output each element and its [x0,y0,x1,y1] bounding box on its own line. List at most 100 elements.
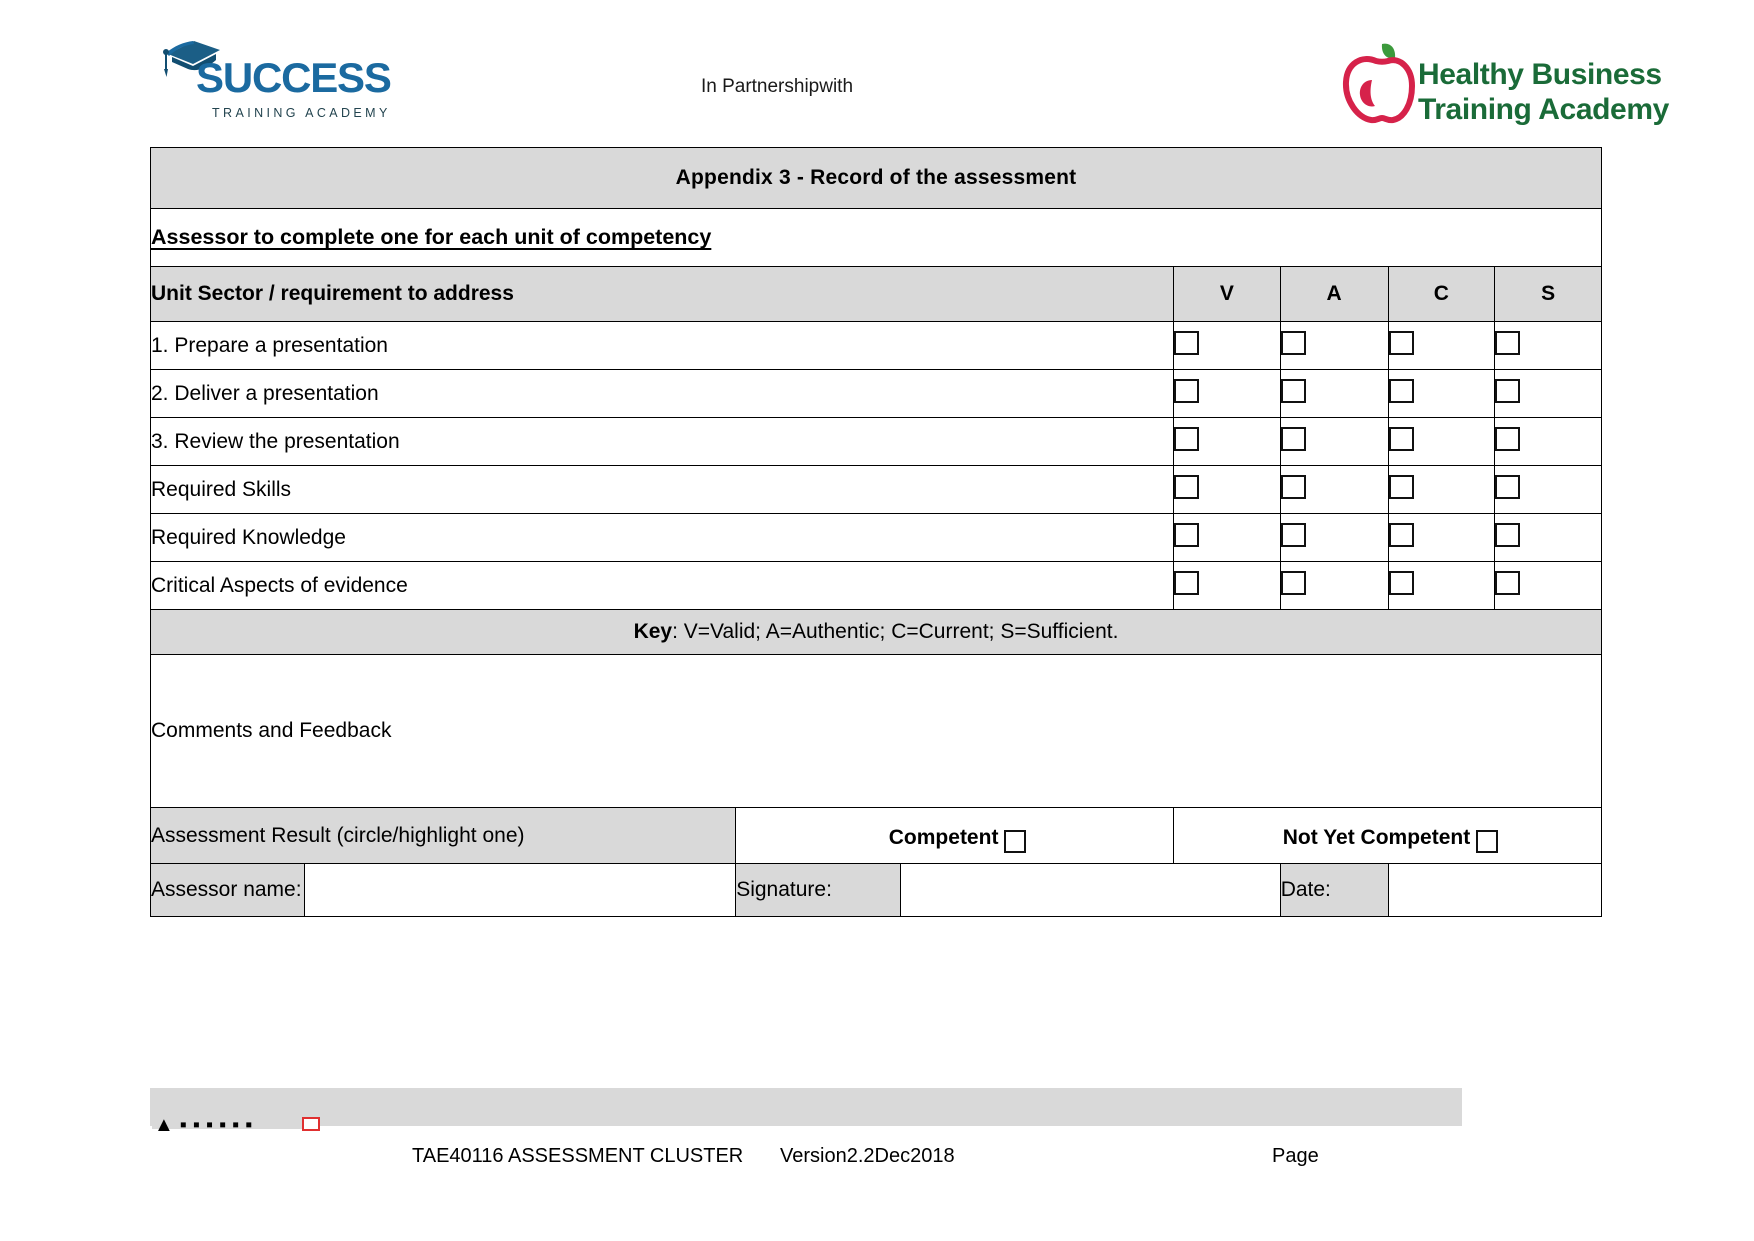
checkbox-c[interactable] [1388,330,1414,355]
checkbox-cell-v[interactable] [1173,465,1281,514]
checkbox-cell-s[interactable] [1494,369,1602,418]
checkbox-v[interactable] [1174,330,1199,355]
row-label: Required Knowledge [150,513,1174,562]
checkbox-c[interactable] [1388,570,1414,595]
column-header-a: A [1279,266,1389,322]
assessor-name-input[interactable] [303,863,737,917]
page-footer: TAE40116 ASSESSMENT CLUSTER Version2.2De… [0,1145,1754,1175]
checkbox-c[interactable] [1388,522,1414,547]
checkbox-a[interactable] [1280,426,1306,451]
checkbox-cell-a[interactable] [1279,465,1389,514]
checkbox-a[interactable] [1280,474,1306,499]
checkbox-s[interactable] [1495,426,1521,451]
not-yet-competent-label: Not Yet Competent [1282,826,1471,849]
checkbox-cell-c[interactable] [1387,321,1496,370]
checkbox-cell-a[interactable] [1279,321,1389,370]
checkbox-not-yet-competent[interactable] [1476,830,1499,853]
checkbox-competent[interactable] [1004,830,1027,853]
page-header: SUCCESS TRAINING ACADEMY In Partnershipw… [0,0,1754,145]
checkbox-cell-v[interactable] [1173,417,1281,466]
checkbox-s[interactable] [1495,570,1521,595]
title-row: Appendix 3 - Record of the assessment [150,147,1602,209]
checkbox-cell-s[interactable] [1494,561,1602,610]
checkbox-v[interactable] [1174,570,1199,595]
table-header-row: Unit Sector / requirement to address V A… [150,266,1602,322]
table-row: 2. Deliver a presentation [150,369,1602,418]
result-option-competent[interactable]: Competent [735,807,1174,864]
checkbox-a[interactable] [1280,570,1306,595]
signature-label: Signature: [735,863,902,917]
checkbox-cell-v[interactable] [1173,369,1281,418]
checkbox-v[interactable] [1174,474,1199,499]
checkbox-cell-c[interactable] [1387,369,1496,418]
checkbox-a[interactable] [1280,330,1306,355]
table-row: 1. Prepare a presentation [150,321,1602,370]
checkbox-cell-a[interactable] [1279,513,1389,562]
checkbox-a[interactable] [1280,378,1306,403]
checkbox-cell-a[interactable] [1279,561,1389,610]
checkbox-cell-a[interactable] [1279,417,1389,466]
assessment-record-table: Appendix 3 - Record of the assessment As… [149,147,1602,917]
footer-grey-bar [150,1088,1462,1126]
checkbox-cell-s[interactable] [1494,321,1602,370]
competent-label: Competent [888,826,999,849]
checkbox-s[interactable] [1495,330,1521,355]
comments-row: Comments and Feedback [150,654,1602,808]
comments-label: Comments and Feedback [151,719,392,742]
checkbox-cell-v[interactable] [1173,561,1281,610]
checkbox-v[interactable] [1174,426,1199,451]
checkbox-c[interactable] [1388,378,1414,403]
unit-sector-header: Unit Sector / requirement to address [150,266,1174,322]
row-label: 1. Prepare a presentation [150,321,1174,370]
column-header-c: C [1387,266,1496,322]
success-tagline: TRAINING ACADEMY [212,106,391,120]
signature-input[interactable] [900,863,1281,917]
checkbox-v[interactable] [1174,378,1199,403]
table-row: 3. Review the presentation [150,417,1602,466]
subtitle-text: Assessor to complete one for each unit o… [151,225,712,249]
checkbox-cell-c[interactable] [1387,513,1496,562]
checkbox-cell-c[interactable] [1387,561,1496,610]
date-label: Date: [1279,863,1389,917]
column-header-v: V [1173,266,1281,322]
comments-and-feedback-field[interactable]: Comments and Feedback [150,654,1602,808]
checkbox-cell-v[interactable] [1173,513,1281,562]
checkbox-a[interactable] [1280,522,1306,547]
assessment-result-label: Assessment Result (circle/highlight one) [149,807,737,864]
checkbox-c[interactable] [1388,426,1414,451]
checkbox-cell-v[interactable] [1173,321,1281,370]
row-label: Critical Aspects of evidence [150,561,1174,610]
checkbox-c[interactable] [1388,474,1414,499]
checkbox-s[interactable] [1495,378,1521,403]
checkbox-v[interactable] [1174,522,1199,547]
row-label: 2. Deliver a presentation [150,369,1174,418]
footer-version: Version2.2Dec2018 [780,1145,955,1167]
table-row: Required Knowledge [150,513,1602,562]
row-label: 3. Review the presentation [150,417,1174,466]
footer-artifact-red-box [302,1117,320,1131]
footer-artifact-glyph: ▲▪▪▪▪▪▪ [154,1118,259,1131]
checkbox-s[interactable] [1495,522,1521,547]
healthy-business-training-academy-logo: Healthy Business Training Academy [1338,28,1669,133]
checkbox-cell-a[interactable] [1279,369,1389,418]
checkbox-cell-c[interactable] [1387,465,1496,514]
column-header-s: S [1494,266,1602,322]
table-row: Required Skills [150,465,1602,514]
date-input[interactable] [1387,863,1602,917]
assessor-name-label: Assessor name: [150,863,305,917]
checkbox-cell-s[interactable] [1494,417,1602,466]
hbta-line2: Training Academy [1418,93,1669,126]
footer-page-label: Page [1272,1145,1319,1167]
footer-cluster-code: TAE40116 ASSESSMENT CLUSTER [412,1145,744,1167]
checkbox-s[interactable] [1495,474,1521,499]
assessment-result-row: Assessment Result (circle/highlight one)… [149,807,1602,864]
checkbox-cell-c[interactable] [1387,417,1496,466]
subtitle-row: Assessor to complete one for each unit o… [150,208,1602,267]
key-legend: Key: V=Valid; A=Authentic; C=Current; S=… [150,609,1602,655]
key-prefix: Key [633,620,673,643]
table-row: Critical Aspects of evidence [150,561,1602,610]
result-option-not-yet-competent[interactable]: Not Yet Competent [1173,807,1602,864]
subtitle-cell: Assessor to complete one for each unit o… [150,208,1602,267]
checkbox-cell-s[interactable] [1494,465,1602,514]
checkbox-cell-s[interactable] [1494,513,1602,562]
